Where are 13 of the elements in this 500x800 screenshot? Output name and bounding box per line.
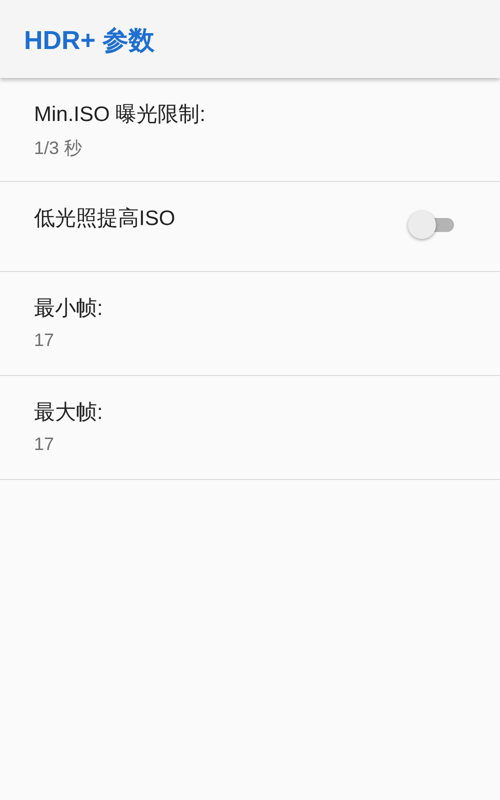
setting-summary: 17 [34, 330, 56, 351]
setting-title: Min.ISO 曝光限制: [34, 102, 207, 128]
setting-row[interactable]: Min.ISO 曝光限制: 1/3 秒 [0, 78, 500, 182]
setting-summary: 1/3 秒 [34, 137, 84, 160]
setting-title: 最大帧: [34, 400, 104, 426]
setting-summary: 17 [34, 434, 56, 455]
setting-row[interactable]: 最小帧: 17 [0, 272, 500, 376]
app-bar-title: HDR+ 参数 [24, 24, 155, 56]
setting-title: 低光照提高ISO [34, 206, 176, 232]
setting-row[interactable]: 最大帧: 17 [0, 376, 500, 480]
toggle-switch[interactable] [408, 210, 456, 240]
setting-row[interactable]: 低光照提高ISO [0, 182, 500, 272]
setting-title: 最小帧: [34, 296, 104, 322]
